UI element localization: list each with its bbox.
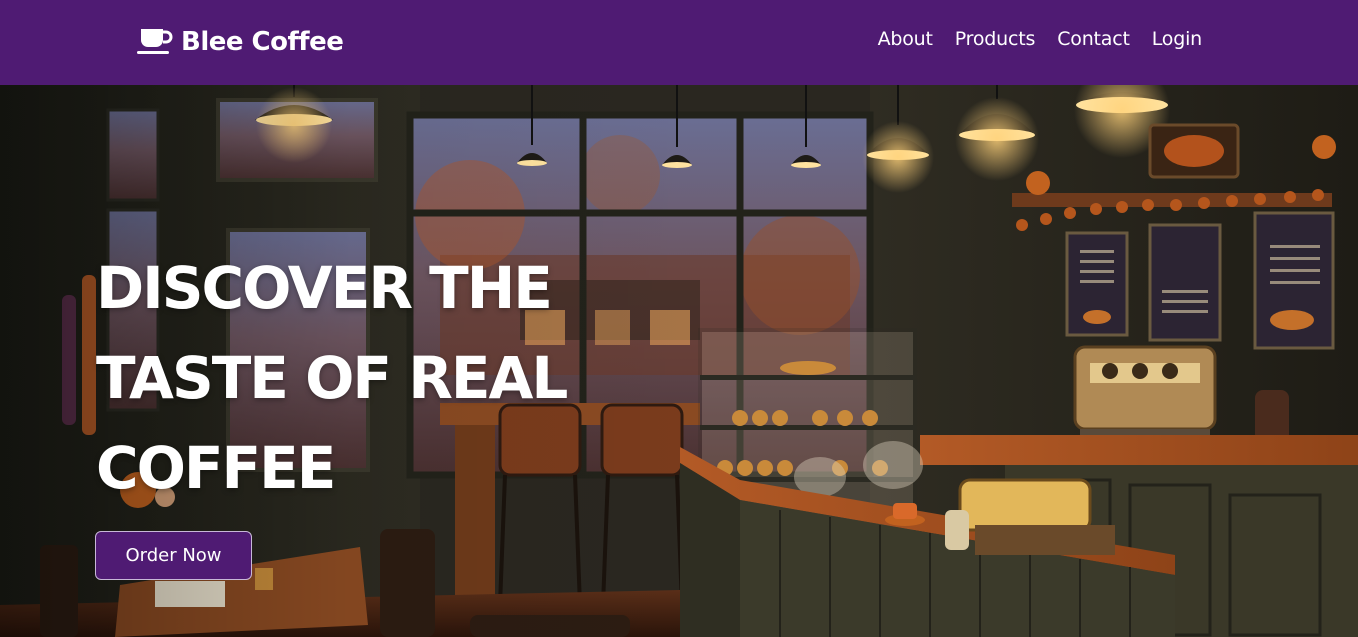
hero-title: DISCOVER THE TASTE OF REAL COFFEE [96, 254, 568, 502]
brand-name: Blee Coffee [181, 27, 344, 57]
brand-logo-link[interactable]: Blee Coffee [135, 24, 344, 60]
coffee-cup-icon [137, 29, 173, 54]
nav-link-contact[interactable]: Contact [1057, 28, 1130, 50]
nav-link-about[interactable]: About [878, 28, 933, 50]
nav-link-login[interactable]: Login [1152, 28, 1202, 50]
nav-link-products[interactable]: Products [955, 28, 1036, 50]
order-now-button[interactable]: Order Now [95, 531, 252, 580]
hero-section: DISCOVER THE TASTE OF REAL COFFEE Order … [0, 85, 1358, 637]
nav-links: About Products Contact Login [878, 28, 1203, 50]
navbar: Blee Coffee About Products Contact Login [0, 0, 1358, 85]
